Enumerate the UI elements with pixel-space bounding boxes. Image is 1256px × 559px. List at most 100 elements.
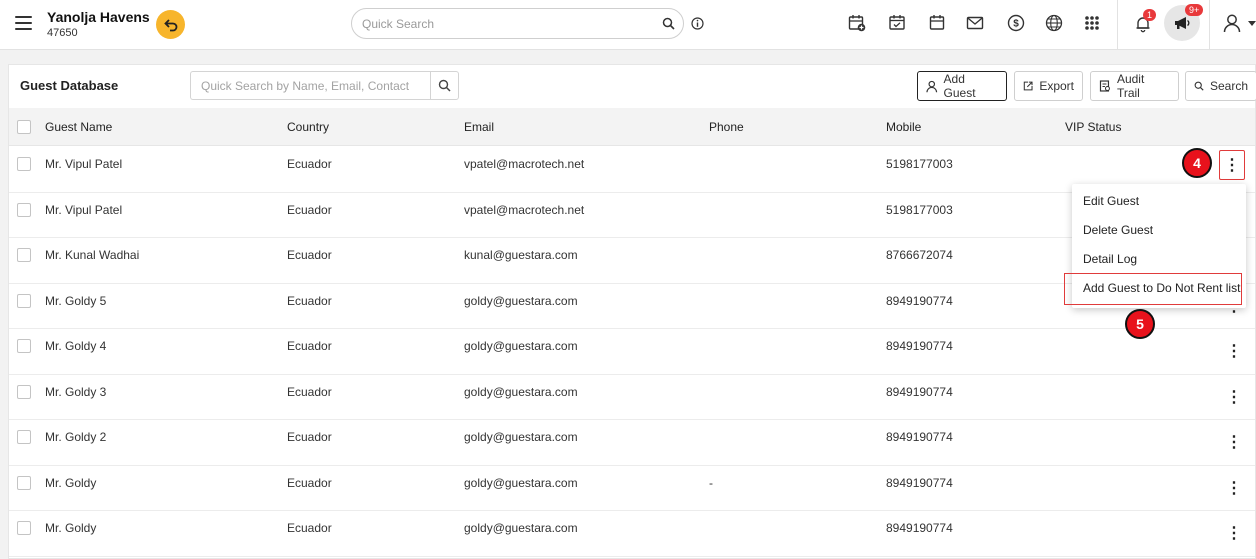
country-cell: Ecuador (287, 157, 332, 171)
user-icon (926, 80, 938, 92)
megaphone-icon (1175, 17, 1190, 29)
guest-name-cell: Mr. Goldy 2 (45, 430, 107, 444)
row-actions-menu: Edit Guest Delete Guest Detail Log Add G… (1064, 184, 1246, 308)
mail-icon[interactable] (965, 13, 985, 33)
guest-name-cell: Mr. Goldy 5 (45, 293, 107, 308)
audit-trail-button[interactable]: Audit Trail (1090, 71, 1179, 101)
search-label: Search (1209, 79, 1248, 93)
globe-icon[interactable] (1044, 13, 1064, 33)
hamburger-menu-icon[interactable] (15, 16, 32, 30)
row-checkbox[interactable] (17, 521, 31, 535)
search-icon (438, 79, 451, 92)
table-row[interactable]: Mr. Goldy Ecuador goldy@guestara.com - 89491… (9, 465, 1255, 511)
divider (1117, 0, 1118, 50)
country-cell: Ecuador (287, 475, 332, 490)
country-cell: Ecuador (287, 248, 332, 262)
row-checkbox[interactable] (17, 475, 31, 490)
country-cell: Ecuador (287, 339, 332, 353)
guest-name-cell: Mr. Goldy (45, 521, 97, 535)
mobile-cell: 8766672074 (886, 248, 953, 262)
column-header[interactable]: Mobile (886, 120, 921, 134)
email-cell: goldy@guestara.com (464, 293, 578, 308)
row-actions-kebab-icon[interactable]: ⋮ (1222, 428, 1246, 456)
table-row[interactable]: Mr. Goldy 3 Ecuador goldy@guestara.com 8949… (9, 374, 1255, 420)
country-cell: Ecuador (287, 521, 332, 535)
email-cell: goldy@guestara.com (464, 475, 578, 490)
chevron-down-icon[interactable] (1248, 21, 1256, 27)
country-cell: Ecuador (287, 384, 332, 399)
notification-badge: 1 (1143, 9, 1157, 21)
table-row[interactable]: Mr. Goldy 2 Ecuador goldy@guestara.com 8949… (9, 420, 1255, 466)
svg-text:$: $ (1013, 19, 1019, 30)
menu-item-edit-guest[interactable]: Edit Guest (1083, 194, 1139, 208)
row-actions-kebab-icon[interactable]: ⋮ (1222, 337, 1246, 365)
highlight-box (1064, 273, 1242, 305)
row-actions-kebab-icon[interactable]: ⋮ (1222, 383, 1246, 411)
mobile-cell: 8949190774 (886, 521, 953, 535)
row-checkbox[interactable] (17, 430, 31, 444)
global-search-input[interactable] (351, 8, 684, 39)
page-title: Guest Database (20, 78, 119, 93)
column-header[interactable]: Phone (709, 120, 744, 134)
add-guest-button[interactable]: Add Guest (917, 71, 1007, 101)
column-header[interactable]: Email (464, 120, 494, 134)
info-icon[interactable] (691, 17, 704, 30)
column-header[interactable]: Country (287, 120, 329, 134)
hotel-name: Yanolja Havens (47, 9, 150, 25)
menu-item-delete-guest[interactable]: Delete Guest (1083, 223, 1153, 237)
export-icon (1023, 81, 1033, 91)
calendar-icon[interactable] (927, 13, 947, 33)
mobile-cell: 8949190774 (886, 339, 953, 353)
row-actions-kebab-icon[interactable]: ⋮ (1222, 474, 1246, 502)
top-bar: Yanolja Havens 47650 $ 1 9+ (0, 0, 1256, 50)
phone-cell: - (709, 475, 713, 490)
switch-property-button[interactable] (156, 10, 185, 39)
email-cell: vpatel@macrotech.net (464, 157, 585, 171)
row-checkbox[interactable] (17, 293, 31, 308)
currency-icon[interactable]: $ (1006, 13, 1026, 33)
row-checkbox[interactable] (17, 384, 31, 399)
menu-item-detail-log[interactable]: Detail Log (1083, 252, 1137, 266)
table-row[interactable]: Mr. Vipul Patel Ecuador vpatel@macrotech.n… (9, 192, 1255, 238)
country-cell: Ecuador (287, 293, 332, 308)
table-row[interactable]: Mr. Goldy Ecuador goldy@guestara.com 894919… (9, 511, 1255, 557)
user-icon[interactable] (1222, 13, 1242, 33)
email-cell: goldy@guestara.com (464, 339, 578, 353)
column-header[interactable]: Guest Name (45, 120, 112, 134)
column-header[interactable]: VIP Status (1065, 120, 1121, 134)
row-actions-kebab-icon[interactable]: ⋮ (1222, 519, 1246, 547)
divider (1209, 0, 1210, 50)
guest-search-input[interactable] (190, 71, 430, 100)
search-button[interactable]: Search (1185, 71, 1256, 101)
calendar-add-icon[interactable] (847, 13, 867, 33)
mobile-cell: 8949190774 (886, 384, 953, 399)
row-checkbox[interactable] (17, 157, 31, 171)
apps-grid-icon[interactable] (1082, 13, 1102, 33)
export-button[interactable]: Export (1014, 71, 1083, 101)
email-cell: vpatel@macrotech.net (464, 202, 585, 217)
search-icon[interactable] (662, 17, 675, 30)
row-checkbox[interactable] (17, 202, 31, 217)
email-cell: kunal@guestara.com (464, 248, 578, 262)
mobile-cell: 8949190774 (886, 430, 953, 444)
row-checkbox[interactable] (17, 339, 31, 353)
export-label: Export (1039, 79, 1074, 93)
country-cell: Ecuador (287, 202, 332, 217)
table-row[interactable]: Mr. Goldy 4 Ecuador goldy@guestara.com 8949… (9, 329, 1255, 375)
audit-trail-label: Audit Trail (1116, 72, 1145, 100)
select-all-checkbox[interactable] (17, 120, 31, 134)
table-row[interactable]: Mr. Vipul Patel Ecuador vpatel@macrotech.n… (9, 147, 1255, 193)
announcement-badge: 9+ (1185, 4, 1204, 16)
calendar-check-icon[interactable] (887, 13, 907, 33)
row-actions-kebab-icon[interactable]: ⋮ (1219, 150, 1245, 180)
guest-name-cell: Mr. Goldy 4 (45, 339, 107, 353)
hotel-code: 47650 (47, 27, 78, 39)
undo-arrow-icon (163, 18, 177, 31)
email-cell: goldy@guestara.com (464, 430, 578, 444)
mobile-cell: 5198177003 (886, 157, 953, 171)
guest-name-cell: Mr. Vipul Patel (45, 157, 123, 171)
mobile-cell: 8949190774 (886, 475, 953, 490)
guest-table-body: Mr. Vipul Patel Ecuador vpatel@macrotech.n… (9, 147, 1255, 557)
guest-search-button[interactable] (430, 71, 459, 100)
row-checkbox[interactable] (17, 248, 31, 262)
